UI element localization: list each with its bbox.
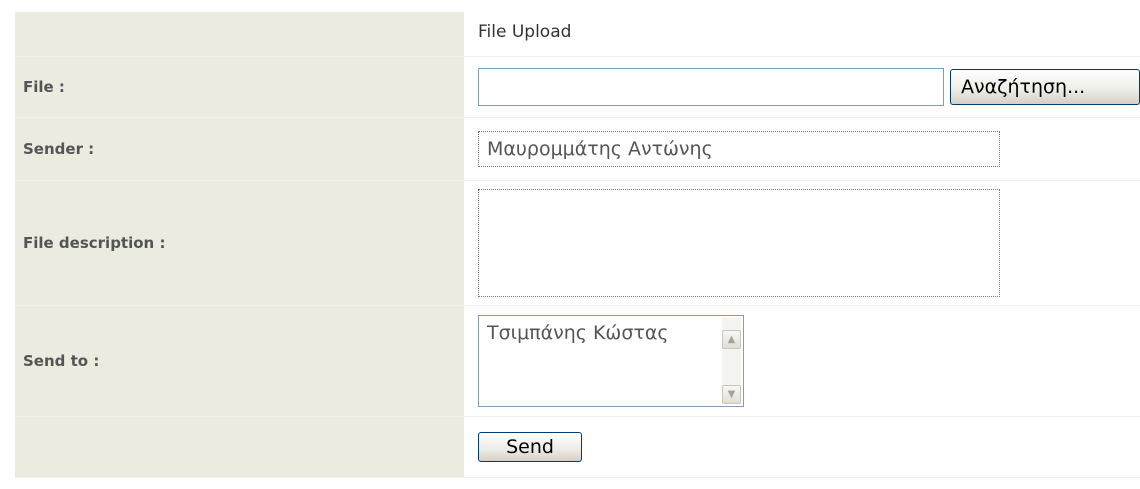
sender-label: Sender : xyxy=(15,118,464,181)
header-label-cell xyxy=(15,12,464,57)
send-label-cell xyxy=(15,417,464,478)
header-field-cell: File Upload xyxy=(464,12,1140,57)
description-field-cell xyxy=(464,181,1140,306)
file-label: File : xyxy=(15,57,464,118)
browse-button[interactable]: Αναζήτηση... xyxy=(950,69,1140,105)
send-to-scrollbar[interactable]: ▲ ▼ xyxy=(722,318,741,404)
send-to-listbox[interactable]: Τσιμπάνης Κώστας ▲ ▼ xyxy=(478,315,744,407)
description-textarea[interactable] xyxy=(478,189,1000,297)
chevron-down-icon[interactable]: ▼ xyxy=(722,385,741,404)
file-upload-form: File Upload File : Αναζήτηση... Sender :… xyxy=(15,12,1140,478)
send-row: Send xyxy=(15,417,1140,478)
sender-field[interactable]: Μαυρομμάτης Αντώνης xyxy=(478,131,1000,167)
file-field-cell: Αναζήτηση... xyxy=(464,57,1140,118)
file-input-group: Αναζήτηση... xyxy=(478,68,1140,106)
form-title: File Upload xyxy=(478,22,572,42)
description-label: File description : xyxy=(15,181,464,306)
send-to-row: Send to : Τσιμπάνης Κώστας ▲ ▼ xyxy=(15,306,1140,417)
file-path-input[interactable] xyxy=(478,68,944,106)
file-row: File : Αναζήτηση... xyxy=(15,57,1140,118)
sender-row: Sender : Μαυρομμάτης Αντώνης xyxy=(15,118,1140,181)
send-to-label: Send to : xyxy=(15,306,464,417)
description-row: File description : xyxy=(15,181,1140,306)
send-field-cell: Send xyxy=(464,417,1140,478)
send-to-field-cell: Τσιμπάνης Κώστας ▲ ▼ xyxy=(464,306,1140,417)
chevron-up-icon[interactable]: ▲ xyxy=(722,330,741,349)
sender-field-cell: Μαυρομμάτης Αντώνης xyxy=(464,118,1140,181)
send-to-option[interactable]: Τσιμπάνης Κώστας xyxy=(487,322,669,344)
send-button[interactable]: Send xyxy=(478,432,582,462)
form-header-row: File Upload xyxy=(15,12,1140,57)
